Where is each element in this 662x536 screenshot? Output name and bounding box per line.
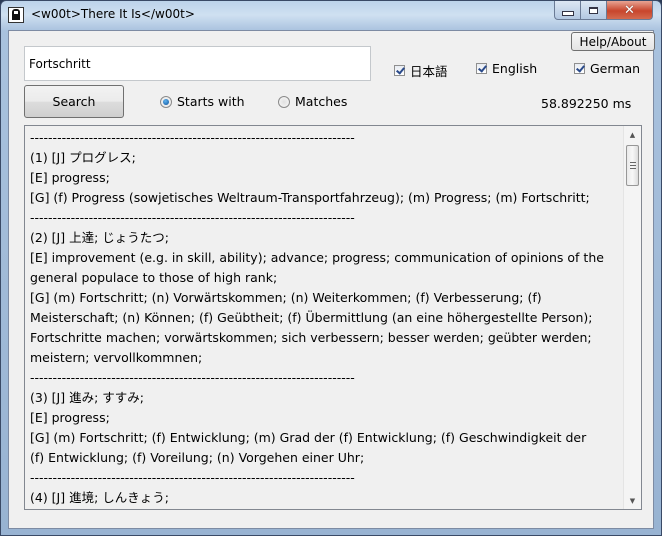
scrollbar-thumb[interactable] (626, 145, 639, 186)
close-icon: ✕ (624, 2, 635, 18)
checkbox-label: German (590, 61, 641, 76)
vertical-scrollbar[interactable]: ▲ ▼ (623, 126, 641, 509)
scroll-up-arrow-icon[interactable]: ▲ (624, 126, 641, 143)
app-window: <w00t>There It Is</w00t> ✕ Help/About 日本… (0, 0, 662, 536)
result-line: [G] (f) Progress (sowjetisches Weltraum-… (30, 190, 590, 205)
result-line: [E] improvement (e.g. in skill, ability)… (30, 250, 604, 265)
scroll-down-arrow-icon[interactable]: ▼ (624, 492, 641, 509)
results-text: ----------------------------------------… (30, 128, 617, 508)
result-separator: ----------------------------------------… (30, 470, 355, 485)
checkbox-english[interactable]: English (476, 61, 537, 76)
result-line: (3) [J] 進み; すすみ; (30, 390, 144, 405)
search-input[interactable] (24, 46, 371, 81)
result-separator: ----------------------------------------… (30, 210, 355, 225)
grip-icon (629, 162, 636, 169)
radio-unselected-icon[interactable] (278, 95, 290, 108)
checkbox-checked-icon[interactable] (574, 63, 585, 74)
maximize-icon (589, 6, 598, 14)
radio-label: Starts with (177, 94, 245, 109)
minimize-button[interactable] (554, 1, 581, 20)
result-line: [G] (m) Fortschritt; (n) Vorwärtskommen;… (30, 290, 542, 305)
result-line: [G] (m) Fortschritt; (f) Entwicklung; (m… (30, 430, 587, 445)
search-timing: 58.892250 ms (541, 96, 632, 111)
result-line: [E] progress; (30, 170, 110, 185)
result-line: (2) [J] 上達; じょうたつ; (30, 230, 169, 245)
result-line: (1) [J] プログレス; (30, 150, 136, 165)
radio-selected-icon[interactable] (160, 95, 172, 108)
app-icon[interactable] (8, 7, 24, 23)
close-button[interactable]: ✕ (607, 1, 653, 20)
radio-starts-with[interactable]: Starts with (160, 94, 245, 109)
help-about-button[interactable]: Help/About (571, 32, 655, 51)
checkbox-label: 日本語 (410, 64, 448, 79)
checkbox-german[interactable]: German (574, 61, 640, 76)
checkbox-checked-icon[interactable] (394, 65, 405, 76)
radio-matches[interactable]: Matches (278, 94, 347, 109)
checkbox-japanese[interactable]: 日本語 (394, 61, 448, 80)
minimize-icon (561, 10, 574, 16)
caption-buttons: ✕ (554, 1, 653, 20)
maximize-button[interactable] (581, 1, 607, 20)
result-separator: ----------------------------------------… (30, 130, 355, 145)
result-line: (f) Entwicklung; (f) Voreilung; (n) Vorg… (30, 450, 365, 465)
result-line: Fortschritte machen; vorwärtskommen; sic… (30, 330, 592, 345)
window-title: <w00t>There It Is</w00t> (31, 7, 195, 21)
result-separator: ----------------------------------------… (30, 370, 355, 385)
result-line: (4) [J] 進境; しんきょう; (30, 490, 169, 505)
result-line: Meisterschaft; (n) Können; (f) Geübtheit… (30, 310, 593, 325)
search-button[interactable]: Search (24, 85, 124, 118)
checkbox-label: English (492, 61, 538, 76)
results-textarea[interactable]: ----------------------------------------… (24, 125, 642, 510)
client-area: Help/About 日本語 English German Search Sta… (8, 30, 655, 529)
checkbox-checked-icon[interactable] (476, 63, 487, 74)
result-line: meistern; vervollkommnen; (30, 350, 203, 365)
radio-label: Matches (295, 94, 348, 109)
result-line: general populace to those of high rank; (30, 270, 278, 285)
result-line: [E] progress; (30, 410, 110, 425)
title-bar[interactable]: <w00t>There It Is</w00t> ✕ (1, 1, 661, 29)
